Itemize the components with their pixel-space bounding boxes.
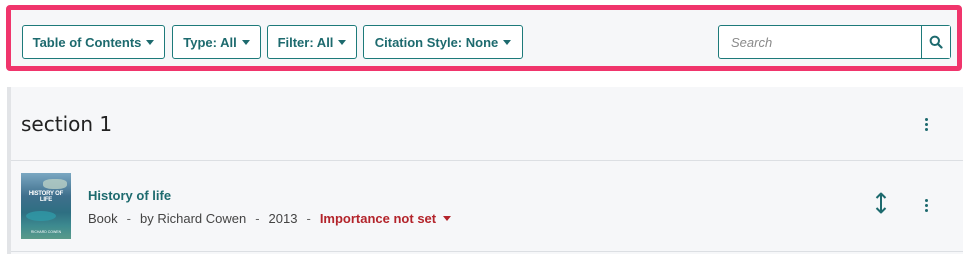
filter-label: Filter: All: [277, 34, 334, 50]
citation-style-label: Citation Style: None: [374, 34, 499, 50]
search-box: [718, 25, 951, 59]
cover-decoration: [43, 179, 67, 189]
cover-title: HISTORY OF LIFE: [28, 191, 64, 203]
caret-down-icon: [338, 39, 347, 45]
importance-label: Importance not set: [319, 211, 437, 226]
item-author: by Richard Cowen: [139, 211, 247, 226]
caret-down-icon: [443, 216, 452, 221]
item-menu-kebab-icon[interactable]: [916, 193, 936, 217]
table-of-contents-label: Table of Contents: [32, 34, 142, 50]
section-panel: section 1 HISTORY OF LIFE RICHARD COWEN …: [7, 87, 963, 254]
type-dropdown[interactable]: Type: All: [172, 25, 261, 59]
separator: -: [126, 211, 131, 226]
caret-down-icon: [503, 39, 512, 45]
search-icon: [929, 35, 943, 49]
search-input[interactable]: [719, 26, 921, 58]
table-of-contents-dropdown[interactable]: Table of Contents: [22, 25, 165, 59]
type-label: Type: All: [183, 34, 237, 50]
filter-dropdown[interactable]: Filter: All: [267, 25, 357, 59]
item-title-link[interactable]: History of life: [88, 188, 171, 203]
divider: [11, 251, 963, 252]
move-vertical-icon[interactable]: [873, 191, 889, 215]
item-type: Book: [88, 211, 118, 226]
cover-author: RICHARD COWEN: [30, 230, 62, 234]
caret-down-icon: [241, 39, 250, 45]
item-meta: Book - by Richard Cowen - 2013 - Importa…: [88, 211, 452, 226]
caret-down-icon: [146, 39, 155, 45]
search-button[interactable]: [921, 26, 950, 58]
toolbar: Table of Contents Type: All Filter: All …: [6, 5, 962, 71]
separator: -: [306, 211, 311, 226]
importance-dropdown[interactable]: Importance not set: [319, 211, 452, 226]
cover-decoration: [26, 211, 56, 221]
section-title: section 1: [21, 112, 113, 136]
section-menu-kebab-icon[interactable]: [916, 112, 936, 136]
separator: -: [255, 211, 260, 226]
citation-style-dropdown[interactable]: Citation Style: None: [363, 25, 523, 59]
divider: [11, 160, 963, 161]
item-year: 2013: [268, 211, 298, 226]
book-cover: HISTORY OF LIFE RICHARD COWEN: [21, 173, 71, 239]
